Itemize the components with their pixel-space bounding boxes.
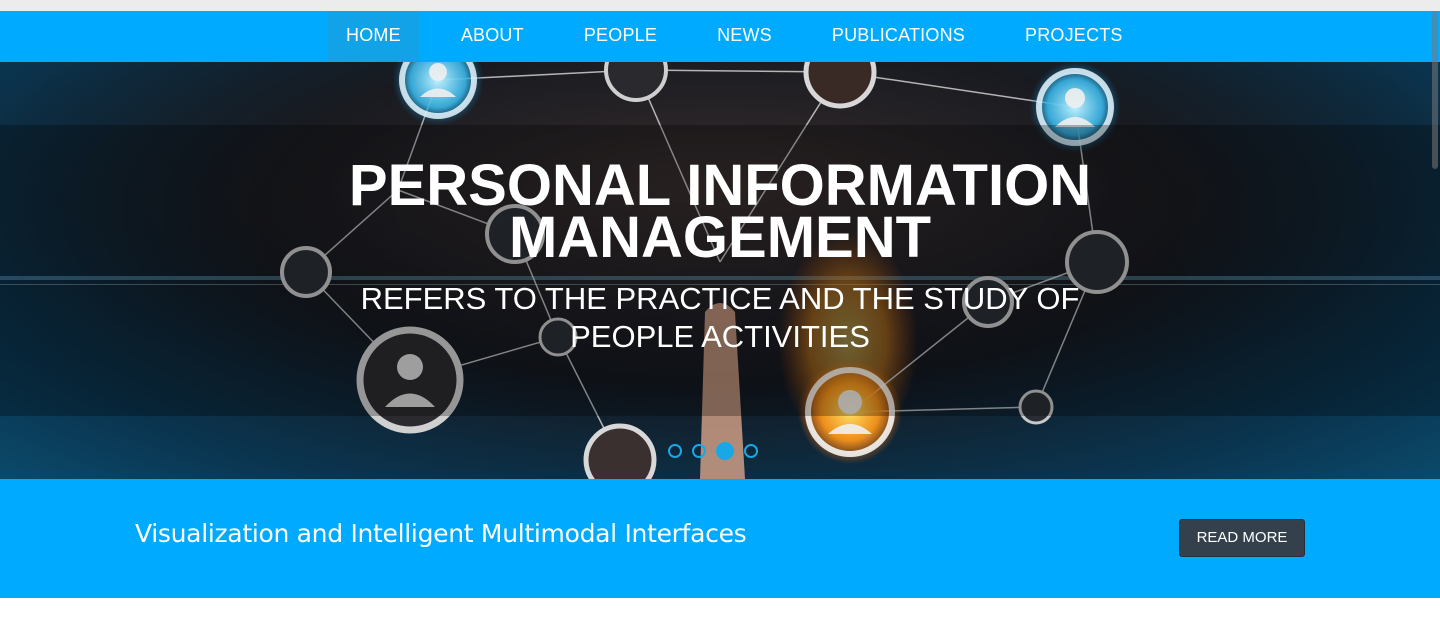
slide-dot-2[interactable] [692,444,706,458]
slide-dot-4[interactable] [744,444,758,458]
nav-item-home[interactable]: HOME [328,11,419,62]
browser-top-strip [0,0,1440,11]
hero-subtitle: REFERS TO THE PRACTICE AND THE STUDY OF … [360,281,1080,354]
promo-banner: Visualization and Intelligent Multimodal… [0,479,1440,598]
main-navigation: HOME ABOUT PEOPLE NEWS PUBLICATIONS PROJ… [0,11,1440,62]
nav-item-about[interactable]: ABOUT [443,11,542,62]
slide-dot-3[interactable] [716,442,734,460]
promo-text: Visualization and Intelligent Multimodal… [135,519,747,548]
nav-item-publications[interactable]: PUBLICATIONS [814,11,983,62]
nav-menu: HOME ABOUT PEOPLE NEWS PUBLICATIONS PROJ… [328,11,1165,62]
hero-slider: PERSONAL INFORMATION MANAGEMENT REFERS T… [0,62,1440,479]
page-scrollbar[interactable] [1432,11,1438,169]
nav-item-projects[interactable]: PROJECTS [1007,11,1141,62]
read-more-button[interactable]: READ MORE [1179,519,1305,557]
slide-dot-1[interactable] [668,444,682,458]
nav-item-news[interactable]: NEWS [699,11,790,62]
hero-title: PERSONAL INFORMATION MANAGEMENT [348,153,1092,270]
slider-pagination [668,442,758,460]
nav-item-people[interactable]: PEOPLE [566,11,675,62]
